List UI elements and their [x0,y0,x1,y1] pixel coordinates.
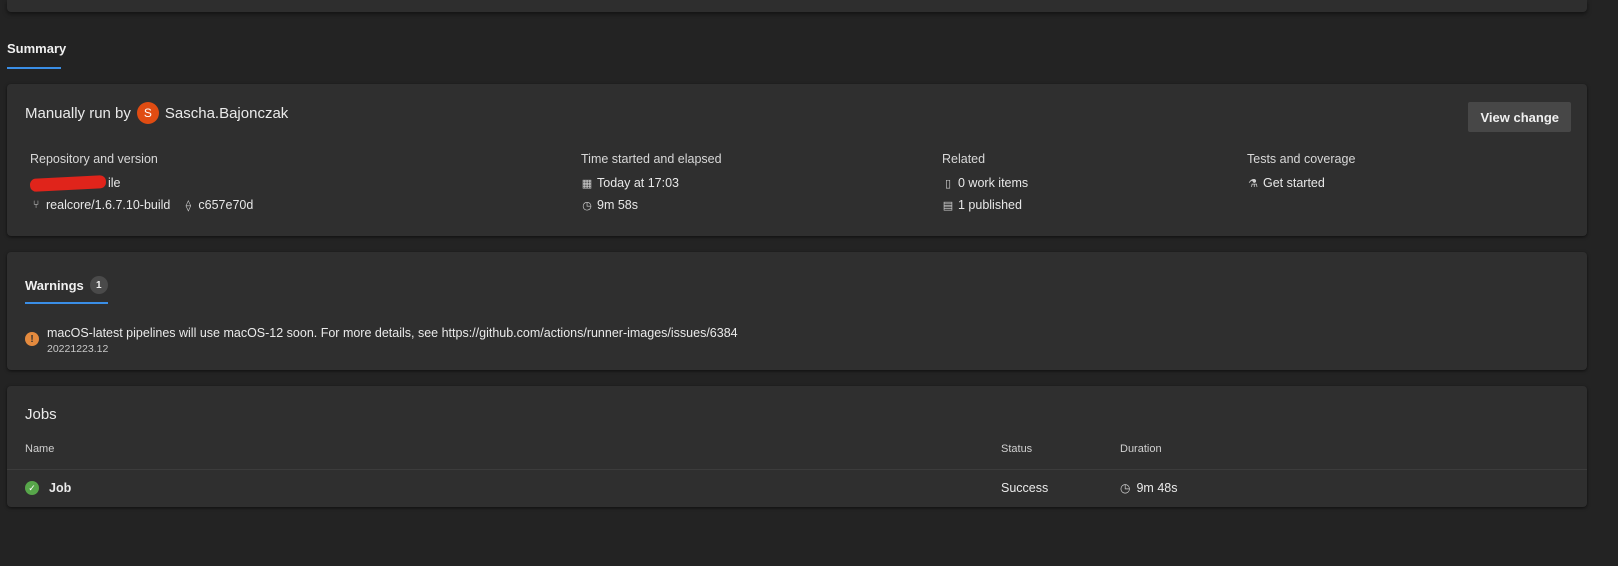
jobs-card: Jobs Name Status Duration ✓ Job Success … [7,386,1587,507]
time-section: Time started and elapsed ▦ Today at 17:0… [581,152,722,216]
branch-icon: ⑂ [32,199,40,211]
repository-section: Repository and version ile ⑂ realcore/1.… [29,152,254,216]
column-header-status: Status [1001,443,1033,455]
published-row[interactable]: ▤ 1 published [942,194,1028,216]
branch-name[interactable]: realcore/1.6.7.10-build [46,198,170,212]
commit-id[interactable]: c657e70d [198,198,253,212]
flask-icon: ⚗ [1248,177,1258,190]
view-change-button[interactable]: View change [1468,102,1571,132]
calendar-icon: ▦ [581,177,593,190]
warnings-count-badge: 1 [89,276,108,294]
artifact-icon: ▤ [942,199,954,212]
job-duration: ◷ 9m 48s [1120,481,1177,495]
get-started-link[interactable]: Get started [1263,176,1325,190]
tab-summary[interactable]: Summary [7,41,66,69]
repository-name[interactable]: ile [29,172,253,194]
avatar[interactable]: S [136,102,159,124]
repository-name-text[interactable]: ile [108,176,121,190]
warnings-card: Warnings 1 ! macOS-latest pipelines will… [7,252,1587,370]
published-link[interactable]: 1 published [958,198,1022,212]
commit-icon: ⟠ [185,199,192,212]
scrollbar[interactable] [1602,0,1618,566]
job-duration-text: 9m 48s [1136,481,1178,495]
work-items-link[interactable]: 0 work items [958,176,1028,190]
run-header: Manually run by S Sascha.Bajonczak [25,102,288,124]
column-header-duration: Duration [1120,443,1162,455]
clock-icon: ◷ [582,199,592,212]
tests-section: Tests and coverage ⚗ Get started [1247,152,1355,194]
get-started-row[interactable]: ⚗ Get started [1247,172,1355,194]
warnings-tab-label: Warnings [25,277,84,293]
repository-label: Repository and version [30,152,158,166]
related-label: Related [942,152,986,166]
job-status: Success [1001,481,1048,495]
work-items-row[interactable]: ▯ 0 work items [942,172,1028,194]
summary-card: Manually run by S Sascha.Bajonczak View … [7,84,1587,236]
job-row[interactable]: ✓ Job [25,481,71,495]
started-time: Today at 17:03 [597,176,680,190]
run-prefix: Manually run by [25,104,131,122]
column-header-name: Name [25,443,55,455]
elapsed-time: 9m 58s [597,198,638,212]
related-section: Related ▯ 0 work items ▤ 1 published [942,152,1028,216]
job-name[interactable]: Job [49,481,71,495]
clock-icon: ◷ [1120,481,1131,495]
user-name[interactable]: Sascha.Bajonczak [165,105,288,122]
version-row: ⑂ realcore/1.6.7.10-build ⟠ c657e70d [30,194,254,216]
success-check-icon: ✓ [25,481,39,495]
divider [7,469,1587,470]
time-label: Time started and elapsed [581,152,722,166]
tab-warnings[interactable]: Warnings 1 [25,276,108,304]
warning-message: macOS-latest pipelines will use macOS-12… [47,326,738,340]
started-row: ▦ Today at 17:03 [581,172,722,194]
warning-icon: ! [25,332,39,346]
tests-label: Tests and coverage [1247,152,1356,166]
redaction-mark [29,174,107,192]
clipboard-icon: ▯ [944,177,952,190]
previous-card-edge [7,0,1587,12]
job-status-text: Success [1001,481,1049,495]
warning-source: 20221223.12 [47,343,109,355]
jobs-title: Jobs [25,406,57,423]
warning-item: ! macOS-latest pipelines will use macOS-… [25,326,738,355]
elapsed-row: ◷ 9m 58s [581,194,722,216]
